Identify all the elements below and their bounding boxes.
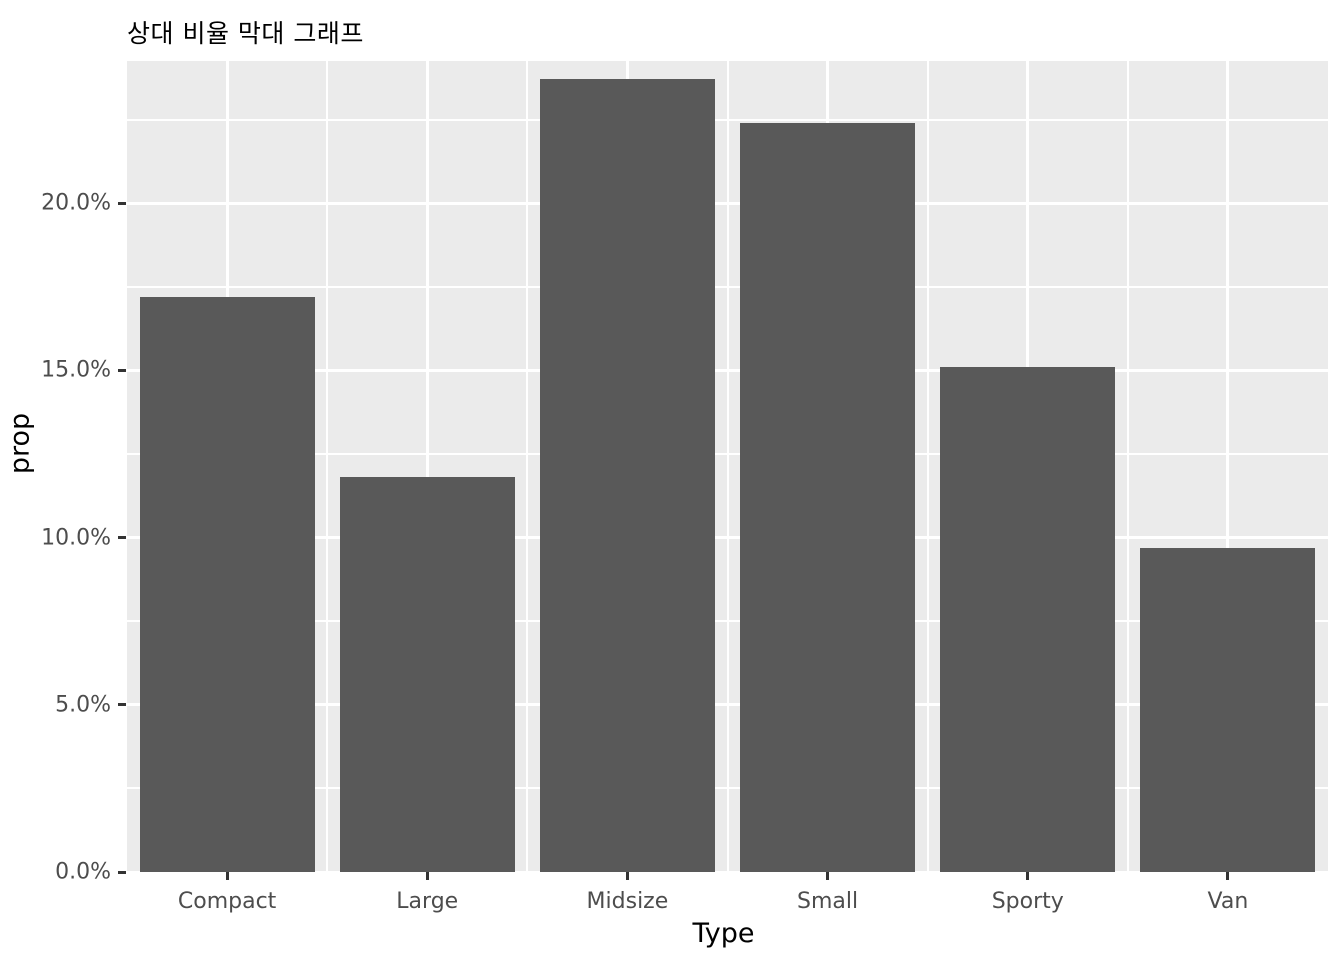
chart-title: 상대 비율 막대 그래프 <box>127 19 364 48</box>
gridline-minor-vertical <box>1126 61 1129 872</box>
x-axis-tick-label: Compact <box>177 889 277 914</box>
x-axis-tick <box>425 872 429 880</box>
gridline-minor-vertical <box>526 61 529 872</box>
gridline-minor-vertical <box>326 61 329 872</box>
bar-small <box>740 122 916 872</box>
x-axis-title-text: Type <box>692 918 755 949</box>
x-axis-tick <box>826 872 830 880</box>
y-axis-title: prop <box>4 412 36 475</box>
gridline-minor-vertical <box>926 61 929 872</box>
x-axis-tick <box>1026 872 1030 880</box>
y-axis-tick <box>118 536 126 540</box>
x-axis-tick-label: Midsize <box>586 889 669 914</box>
y-axis-tick <box>118 870 126 874</box>
bar-midsize <box>539 79 715 872</box>
x-axis-tick-label: Small <box>797 889 859 914</box>
y-axis-tick-label: 20.0% <box>41 190 111 216</box>
bar-sporty <box>940 367 1116 872</box>
y-axis-tick-label: 15.0% <box>41 357 111 383</box>
x-axis-tick <box>225 872 229 880</box>
y-axis-tick-label: 0.0% <box>55 859 111 885</box>
gridline-minor-vertical <box>726 61 729 872</box>
ggplot-bar-chart: 상대 비율 막대 그래프 0.0% 5.0% 10.0% 15.0% 20.0% Com… <box>0 0 1344 960</box>
y-axis-tick <box>118 703 126 707</box>
y-axis-tick <box>118 368 126 372</box>
y-axis-tick-label: 5.0% <box>55 692 111 718</box>
bar-compact <box>139 296 315 872</box>
x-axis-tick <box>1226 872 1230 880</box>
y-axis-tick <box>118 201 126 205</box>
x-axis-tick-label: Van <box>1207 889 1249 914</box>
bar-van <box>1140 547 1316 872</box>
x-axis-tick-label: Large <box>396 889 459 914</box>
plot-panel <box>127 61 1328 872</box>
bar-large <box>339 477 515 872</box>
x-axis-tick-label: Sporty <box>991 889 1064 914</box>
x-axis-title: Type <box>0 918 1344 949</box>
y-axis-tick-label: 10.0% <box>41 525 111 551</box>
x-axis-tick <box>625 872 629 880</box>
